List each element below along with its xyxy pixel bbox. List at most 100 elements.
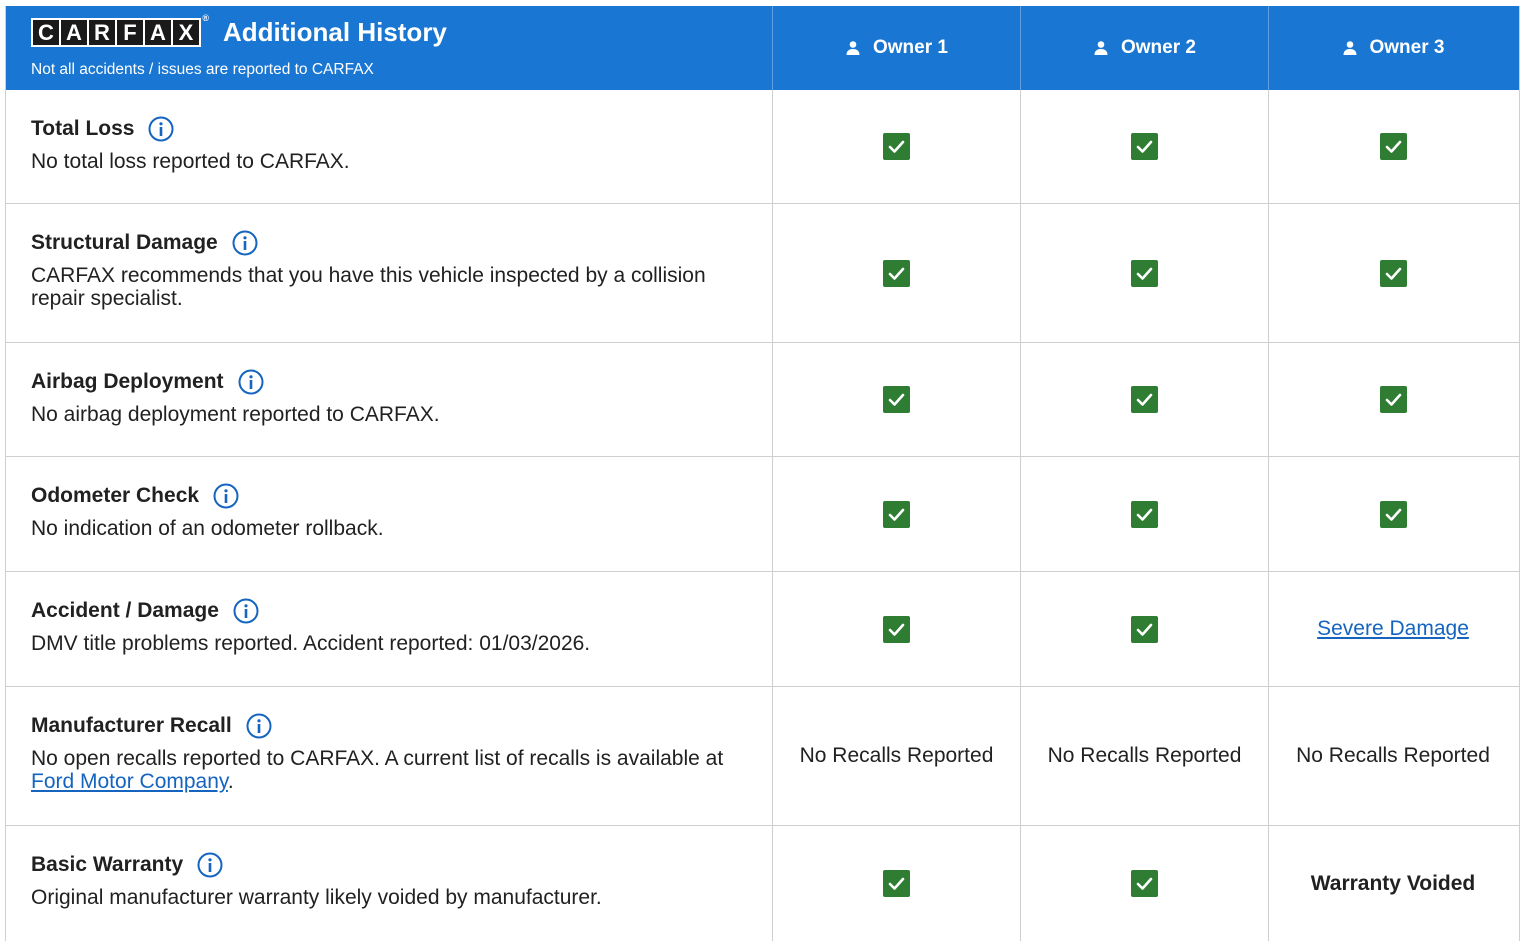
status-text: Warranty Voided xyxy=(1310,871,1476,895)
owner-1-status xyxy=(773,572,1021,686)
row-title: Accident / Damage xyxy=(31,598,747,624)
owner-1-status xyxy=(773,204,1021,342)
checkmark-icon xyxy=(1379,500,1407,528)
owner-1-status: No Recalls Reported xyxy=(773,687,1021,825)
owner-3-header: Owner 3 xyxy=(1269,6,1517,90)
table-row: Manufacturer Recall No open recalls repor… xyxy=(6,686,1519,825)
row-detail-text: CARFAX recommends that you have this veh… xyxy=(31,264,706,310)
table-header: CARFAX ® Additional History Not all acci… xyxy=(6,6,1519,90)
owner-1-status xyxy=(773,343,1021,456)
row-description: Manufacturer Recall No open recalls repor… xyxy=(6,687,773,825)
info-icon[interactable] xyxy=(238,369,264,395)
checkmark-icon xyxy=(883,615,910,643)
row-title-text: Accident / Damage xyxy=(31,599,219,622)
checkmark-icon xyxy=(1379,133,1407,160)
severe-damage-link[interactable]: Severe Damage xyxy=(1317,617,1469,641)
row-detail-text: No airbag deployment reported to CARFAX. xyxy=(31,403,440,426)
checkmark-icon xyxy=(1379,259,1407,287)
info-icon[interactable] xyxy=(213,483,239,509)
table-row: Airbag Deployment No airbag deployment re… xyxy=(6,342,1519,456)
checkmark-icon xyxy=(883,133,910,160)
row-detail-text: No total loss reported to CARFAX. xyxy=(31,150,350,173)
owner-2-status xyxy=(1021,343,1269,456)
row-detail-text: No open recalls reported to CARFAX. A cu… xyxy=(31,747,724,793)
checkmark-icon xyxy=(1131,259,1158,287)
info-icon[interactable] xyxy=(246,713,272,739)
row-detail-text: DMV title problems reported. Accident re… xyxy=(31,632,591,655)
info-icon[interactable] xyxy=(233,598,259,624)
owner-3-status xyxy=(1269,343,1517,456)
checkmark-icon xyxy=(883,259,910,287)
owner-2-status xyxy=(1021,826,1269,941)
row-title: Basic Warranty xyxy=(31,852,747,878)
owner-1-status xyxy=(773,826,1021,941)
table-row: Structural Damage CARFAX recommends that … xyxy=(6,203,1519,342)
status-text: No Recalls Reported xyxy=(1296,744,1490,767)
owner-3-status: Severe Damage xyxy=(1269,572,1517,686)
status-text: No Recalls Reported xyxy=(799,744,994,767)
row-description: Structural Damage CARFAX recommends that … xyxy=(6,204,773,342)
checkmark-icon xyxy=(1379,386,1407,413)
row-detail-text: No indication of an odometer rollback. xyxy=(31,517,384,540)
owner-1-header: Owner 1 xyxy=(773,6,1021,90)
row-title: Manufacturer Recall xyxy=(31,713,747,739)
row-detail-text: Original manufacturer warranty likely vo… xyxy=(31,886,602,909)
info-icon[interactable] xyxy=(232,230,258,256)
table-row: Total Loss No total loss reported to CARF… xyxy=(6,90,1519,203)
owner-label: Owner 1 xyxy=(873,37,948,58)
owner-1-status xyxy=(773,90,1021,203)
table-row: Basic Warranty Original manufacturer warr… xyxy=(6,825,1519,941)
row-title-text: Airbag Deployment xyxy=(31,370,224,393)
header-brand: CARFAX ® Additional History Not all acci… xyxy=(6,6,773,90)
checkmark-icon xyxy=(1131,615,1158,643)
manufacturer-link[interactable]: Ford Motor Company xyxy=(31,770,228,793)
row-description: Accident / Damage DMV title problems repo… xyxy=(6,572,773,686)
owner-3-status: No Recalls Reported xyxy=(1269,687,1517,825)
owner-3-status xyxy=(1269,90,1517,203)
row-title: Total Loss xyxy=(31,116,747,142)
row-description: Total Loss No total loss reported to CARF… xyxy=(6,90,773,203)
checkmark-icon xyxy=(1131,870,1158,897)
owner-3-status xyxy=(1269,457,1517,571)
owner-3-status: Warranty Voided xyxy=(1269,826,1517,941)
section-title: Additional History xyxy=(223,17,447,47)
row-description: Odometer Check No indication of an odomet… xyxy=(6,457,773,571)
additional-history-table: CARFAX ® Additional History Not all acci… xyxy=(5,6,1520,941)
row-title: Structural Damage xyxy=(31,230,747,256)
owner-2-status xyxy=(1021,457,1269,571)
checkmark-icon xyxy=(883,500,910,528)
row-title: Airbag Deployment xyxy=(31,369,747,395)
owner-2-status xyxy=(1021,204,1269,342)
checkmark-icon xyxy=(883,870,910,897)
row-title-text: Manufacturer Recall xyxy=(31,714,232,737)
row-title: Odometer Check xyxy=(31,483,747,509)
owner-2-status xyxy=(1021,572,1269,686)
row-title-text: Total Loss xyxy=(31,117,135,140)
person-icon xyxy=(1343,41,1356,55)
owner-3-status xyxy=(1269,204,1517,342)
row-title-text: Odometer Check xyxy=(31,484,200,507)
info-icon[interactable] xyxy=(148,116,174,142)
checkmark-icon xyxy=(1131,133,1158,160)
checkmark-icon xyxy=(883,386,910,413)
row-description: Airbag Deployment No airbag deployment re… xyxy=(6,343,773,456)
person-icon xyxy=(1094,41,1108,55)
checkmark-icon xyxy=(1131,500,1158,528)
table-body: Total Loss No total loss reported to CARF… xyxy=(6,90,1519,941)
owner-2-status xyxy=(1021,90,1269,203)
status-text: No Recalls Reported xyxy=(1047,744,1242,767)
info-icon[interactable] xyxy=(197,852,223,878)
table-row: Odometer Check No indication of an odomet… xyxy=(6,456,1519,571)
owner-2-header: Owner 2 xyxy=(1021,6,1269,90)
row-title-text: Basic Warranty xyxy=(31,853,184,876)
section-subtitle: Not all accidents / issues are reported … xyxy=(31,61,374,78)
row-description: Basic Warranty Original manufacturer warr… xyxy=(6,826,773,941)
carfax-logo: CARFAX ® xyxy=(31,14,209,47)
checkmark-icon xyxy=(1131,386,1158,413)
row-title-text: Structural Damage xyxy=(31,231,218,254)
owner-label: Owner 2 xyxy=(1121,37,1196,58)
owner-1-status xyxy=(773,457,1021,571)
owner-label: Owner 3 xyxy=(1369,37,1445,58)
owner-2-status: No Recalls Reported xyxy=(1021,687,1269,825)
table-row: Accident / Damage DMV title problems repo… xyxy=(6,571,1519,686)
